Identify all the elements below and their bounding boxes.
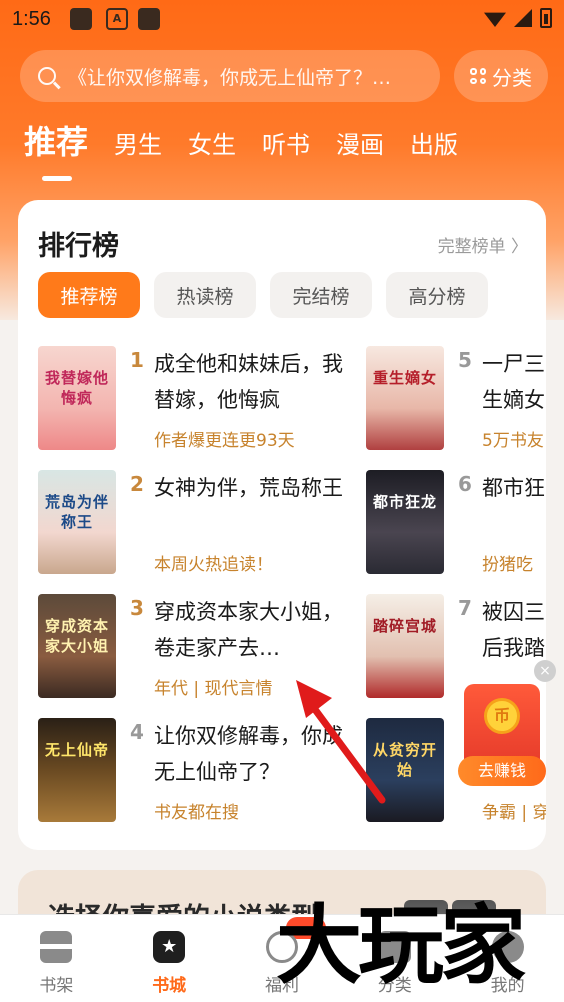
- tab-audiobook[interactable]: 听书: [262, 128, 310, 162]
- book-title[interactable]: 穿成资本家大小姐，卷走家产去…: [154, 594, 354, 666]
- status-time: 1:56: [12, 8, 51, 30]
- rank-number: 1: [130, 348, 144, 372]
- category-button[interactable]: 分类: [454, 50, 548, 102]
- nav-label: 书城: [152, 976, 187, 996]
- grid-icon: [470, 68, 486, 84]
- full-ranking-link[interactable]: 完整榜单 〉: [438, 232, 528, 257]
- book-cover[interactable]: 都市狂龙: [366, 470, 444, 574]
- signal-icon: [514, 9, 532, 27]
- book-title[interactable]: 成全他和妹妹后，我替嫁，他悔疯: [154, 346, 354, 418]
- tab-comics[interactable]: 漫画: [336, 128, 384, 162]
- earn-money-button[interactable]: 去赚钱: [458, 756, 546, 786]
- nav-bookshelf[interactable]: 书架: [0, 915, 113, 1002]
- book-cover[interactable]: 无上仙帝: [38, 718, 116, 822]
- book-cover[interactable]: 我替嫁他悔疯: [38, 346, 116, 450]
- rank-number: 7: [458, 596, 472, 620]
- rank-number: 5: [458, 348, 472, 372]
- earn-money-widget[interactable]: × 币 去赚钱: [458, 660, 556, 790]
- book-cover[interactable]: 荒岛为伴称王: [38, 470, 116, 574]
- battery-icon: [540, 8, 552, 28]
- list-item[interactable]: 都市狂龙 6 都市狂 扮猪吃: [366, 470, 546, 594]
- rank-number: 3: [130, 596, 144, 620]
- top-tabs: 推荐 男生 女生 听书 漫画 出版: [24, 122, 458, 181]
- annotation-arrow-icon: [296, 680, 386, 804]
- list-item[interactable]: 我替嫁他悔疯 1 成全他和妹妹后，我替嫁，他悔疯 作者爆更连更93天: [38, 346, 358, 470]
- watermark-logo: 大玩家: [276, 895, 526, 996]
- nav-label: 书架: [39, 976, 74, 996]
- book-cover[interactable]: 重生嫡女: [366, 346, 444, 450]
- book-title[interactable]: 都市狂: [482, 470, 546, 506]
- notification-a-icon: A: [106, 8, 128, 30]
- notification-icon: [70, 8, 92, 30]
- pill-high-score[interactable]: 高分榜: [386, 272, 488, 318]
- category-button-label: 分类: [492, 65, 532, 90]
- pill-hot[interactable]: 热读榜: [154, 272, 256, 318]
- search-placeholder: 《让你双修解毒，你成无上仙帝了？…: [68, 66, 392, 89]
- notification-icon: [138, 8, 160, 30]
- book-cover[interactable]: 穿成资本家大小姐: [38, 594, 116, 698]
- coin-icon: 币: [484, 698, 520, 734]
- book-subtitle: 扮猪吃: [482, 555, 533, 575]
- ranking-pills: 推荐榜 热读榜 完结榜 高分榜: [38, 272, 488, 318]
- status-bar: 1:56 A: [0, 0, 564, 38]
- nav-bookstore[interactable]: ★ 书城: [113, 915, 226, 1002]
- book-subtitle: 年代 | 现代言情: [154, 679, 273, 699]
- book-title[interactable]: 被囚三 后我踏: [482, 594, 546, 666]
- list-item[interactable]: 重生嫡女 5 一尸三 生嫡女 5万书友: [366, 346, 546, 470]
- tab-recommend[interactable]: 推荐: [24, 122, 88, 181]
- close-icon[interactable]: ×: [534, 660, 556, 682]
- ranking-title: 排行榜: [38, 231, 119, 262]
- wifi-icon: [484, 12, 506, 27]
- bookshelf-icon: [40, 931, 73, 963]
- search-icon: [38, 67, 56, 85]
- book-subtitle: 5万书友: [482, 431, 544, 451]
- pill-recommend[interactable]: 推荐榜: [38, 272, 140, 318]
- book-subtitle: 作者爆更连更93天: [154, 431, 295, 451]
- search-bar[interactable]: 《让你双修解毒，你成无上仙帝了？…: [20, 50, 440, 102]
- book-subtitle: 本周火热追读！: [154, 555, 273, 575]
- book-subtitle: 争霸 | 穿: [482, 803, 546, 823]
- rank-number: 4: [130, 720, 144, 744]
- book-title[interactable]: 一尸三 生嫡女: [482, 346, 546, 418]
- rank-number: 2: [130, 472, 144, 496]
- star-icon: ★: [153, 931, 186, 963]
- pill-completed[interactable]: 完结榜: [270, 272, 372, 318]
- list-item[interactable]: 荒岛为伴称王 2 女神为伴，荒岛称王 本周火热追读！: [38, 470, 358, 594]
- book-title[interactable]: 女神为伴，荒岛称王: [154, 470, 354, 506]
- tab-publishing[interactable]: 出版: [410, 128, 458, 162]
- tab-female[interactable]: 女生: [188, 128, 236, 162]
- tab-male[interactable]: 男生: [114, 128, 162, 162]
- book-subtitle: 书友都在搜: [154, 803, 239, 823]
- rank-number: 6: [458, 472, 472, 496]
